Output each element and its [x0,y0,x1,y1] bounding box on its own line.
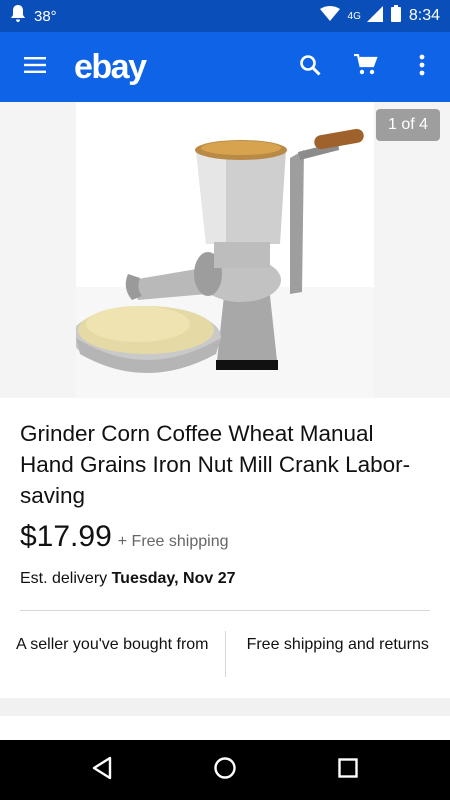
cart-button[interactable] [338,32,394,102]
shipping-info: + Free shipping [117,533,229,550]
section-gap [0,698,450,716]
ebay-logo[interactable]: ebay [74,48,147,87]
network-type: 4G [347,10,361,22]
clock: 8:34 [408,7,440,24]
back-button[interactable] [72,740,132,800]
item-title: Grinder Corn Coffee Wheat Manual Hand Gr… [20,421,411,508]
wifi-icon [319,6,340,26]
search-icon [299,54,321,81]
recents-button[interactable] [318,740,378,800]
app-bar: ebay [0,32,450,102]
back-icon [91,756,113,785]
search-button[interactable] [282,32,338,102]
menu-button[interactable] [0,32,70,102]
menu-icon [24,56,46,78]
image-gallery[interactable]: 1 of 4 [0,102,450,398]
delivery-label: Est. delivery [20,570,108,587]
item-details: Grinder Corn Coffee Wheat Manual Hand Gr… [0,398,450,698]
status-bar: 38° 4G 8:34 [0,0,450,32]
item-price: $17.99 [20,520,112,553]
more-button[interactable] [394,32,450,102]
home-button[interactable] [195,740,255,800]
price-row: $17.99 + Free shipping [20,520,229,554]
perk-seller-bought-from: A seller you've bought from [16,636,209,653]
divider [20,610,430,611]
signal-icon [366,5,383,27]
system-nav-bar [0,740,450,800]
estimated-delivery: Est. delivery Tuesday, Nov 27 [20,570,236,588]
battery-icon [390,5,401,27]
perks-row: A seller you've bought from Free shippin… [0,631,450,681]
product-image[interactable] [76,102,374,398]
delivery-date: Tuesday, Nov 27 [111,570,236,587]
perk-free-shipping-returns: Free shipping and returns [246,636,429,653]
temperature: 38° [34,7,57,25]
cart-icon [354,53,378,81]
recents-icon [338,757,359,783]
more-vert-icon [419,54,425,81]
home-icon [213,756,237,785]
next-card [0,716,450,740]
image-counter: 1 of 4 [375,109,440,141]
notification-icon [10,5,26,27]
